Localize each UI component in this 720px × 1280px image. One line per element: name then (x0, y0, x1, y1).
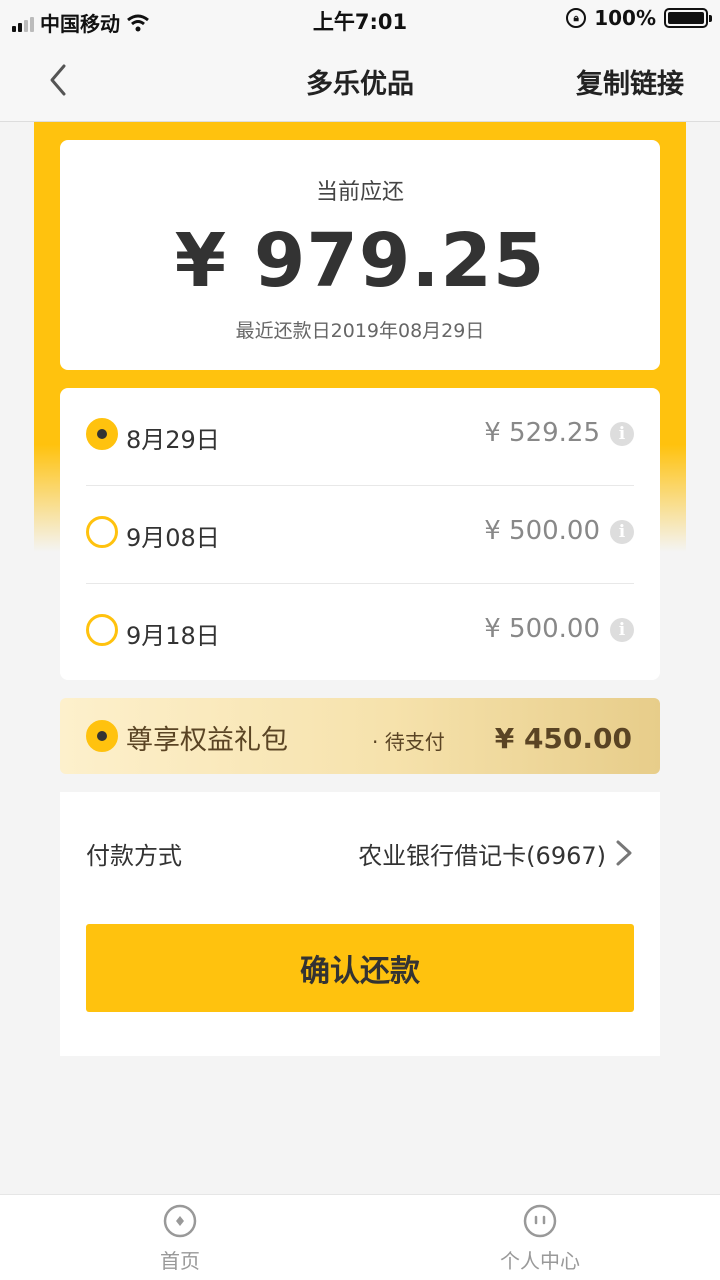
tab-label: 首页 (160, 1249, 200, 1273)
installment-amount: ¥ 500.00 (484, 516, 600, 546)
radio-checked-icon[interactable] (86, 720, 118, 752)
installment-row[interactable]: 8月29日 ¥ 529.25 i (86, 388, 634, 486)
installment-date: 8月29日 (126, 426, 220, 454)
orientation-lock-icon: 🔒︎ (566, 8, 587, 28)
payment-method-label: 付款方式 (86, 842, 182, 870)
due-date: 最近还款日2019年08月29日 (235, 320, 485, 342)
gift-name: 尊享权益礼包 (126, 725, 288, 756)
info-icon[interactable]: i (610, 422, 634, 446)
installment-date: 9月08日 (126, 524, 220, 552)
installment-list: 8月29日 ¥ 529.25 i 9月08日 ¥ 500.00 i 9月18日 … (60, 388, 660, 680)
battery-percent: 100% (594, 6, 656, 30)
payment-panel: 付款方式 农业银行借记卡(6967) 确认还款 (60, 792, 660, 1056)
installment-row[interactable]: 9月18日 ¥ 500.00 i (86, 584, 634, 682)
status-right: 🔒︎ 100% (566, 6, 712, 30)
gift-package-row[interactable]: 尊享权益礼包 · 待支付 ¥ 450.00 (60, 698, 660, 774)
copy-link-button[interactable]: 复制链接 (576, 62, 684, 101)
info-icon[interactable]: i (610, 520, 634, 544)
tab-label: 个人中心 (500, 1249, 580, 1273)
gift-status-text: 待支付 (384, 730, 445, 754)
tab-bar: 首页 个人中心 (0, 1194, 720, 1280)
info-icon[interactable]: i (610, 618, 634, 642)
radio-checked-icon[interactable] (86, 418, 118, 450)
radio-unchecked-icon[interactable] (86, 516, 118, 548)
chevron-right-icon[interactable] (614, 838, 634, 868)
amount-label: 当前应还 (315, 180, 404, 205)
installment-date: 9月18日 (126, 622, 220, 650)
tab-home[interactable]: 首页 (100, 1203, 260, 1274)
tab-user-center[interactable]: 个人中心 (460, 1203, 620, 1274)
amount-value: ¥ 979.25 (174, 218, 546, 304)
gift-amount: ¥ 450.00 (494, 722, 632, 755)
user-center-icon (523, 1204, 557, 1238)
radio-unchecked-icon[interactable] (86, 614, 118, 646)
confirm-repay-button[interactable]: 确认还款 (86, 924, 634, 1012)
status-bar: 中国移动 上午7:01 🔒︎ 100% (0, 0, 720, 40)
payment-method-value[interactable]: 农业银行借记卡(6967) (358, 836, 606, 871)
amount-card: 当前应还 ¥ 979.25 最近还款日2019年08月29日 (60, 140, 660, 370)
installment-amount: ¥ 500.00 (484, 614, 600, 644)
installment-amount: ¥ 529.25 (484, 418, 600, 448)
battery-icon (664, 8, 712, 28)
installment-row[interactable]: 9月08日 ¥ 500.00 i (86, 486, 634, 584)
nav-bar: 多乐优品 复制链接 (0, 40, 720, 122)
gift-status: · 待支付 (372, 726, 445, 755)
gift-separator: · (372, 730, 379, 754)
home-icon (163, 1204, 197, 1238)
